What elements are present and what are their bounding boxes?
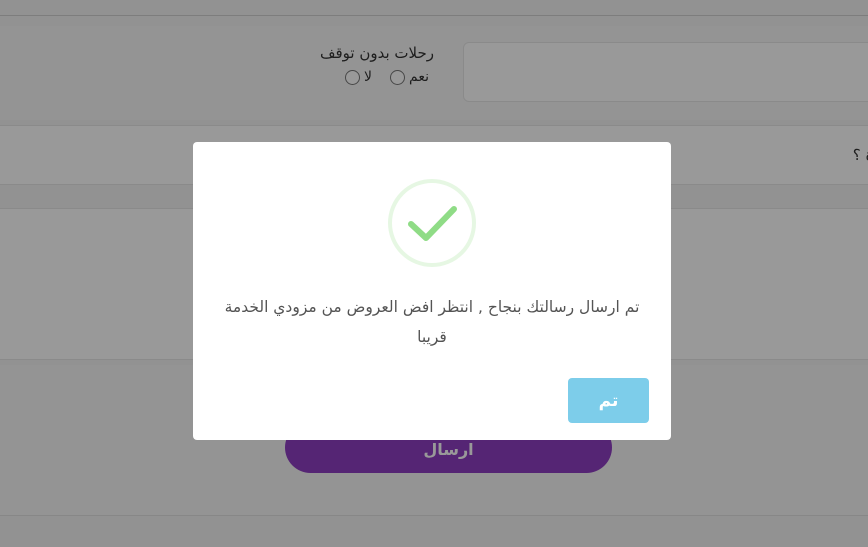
- confirm-button[interactable]: تم: [568, 378, 649, 423]
- success-message: تم ارسال رسالتك بنجاح , انتظر افض العروض…: [224, 298, 640, 346]
- success-dialog: تم ارسال رسالتك بنجاح , انتظر افض العروض…: [193, 142, 671, 440]
- success-check-icon: [388, 179, 476, 267]
